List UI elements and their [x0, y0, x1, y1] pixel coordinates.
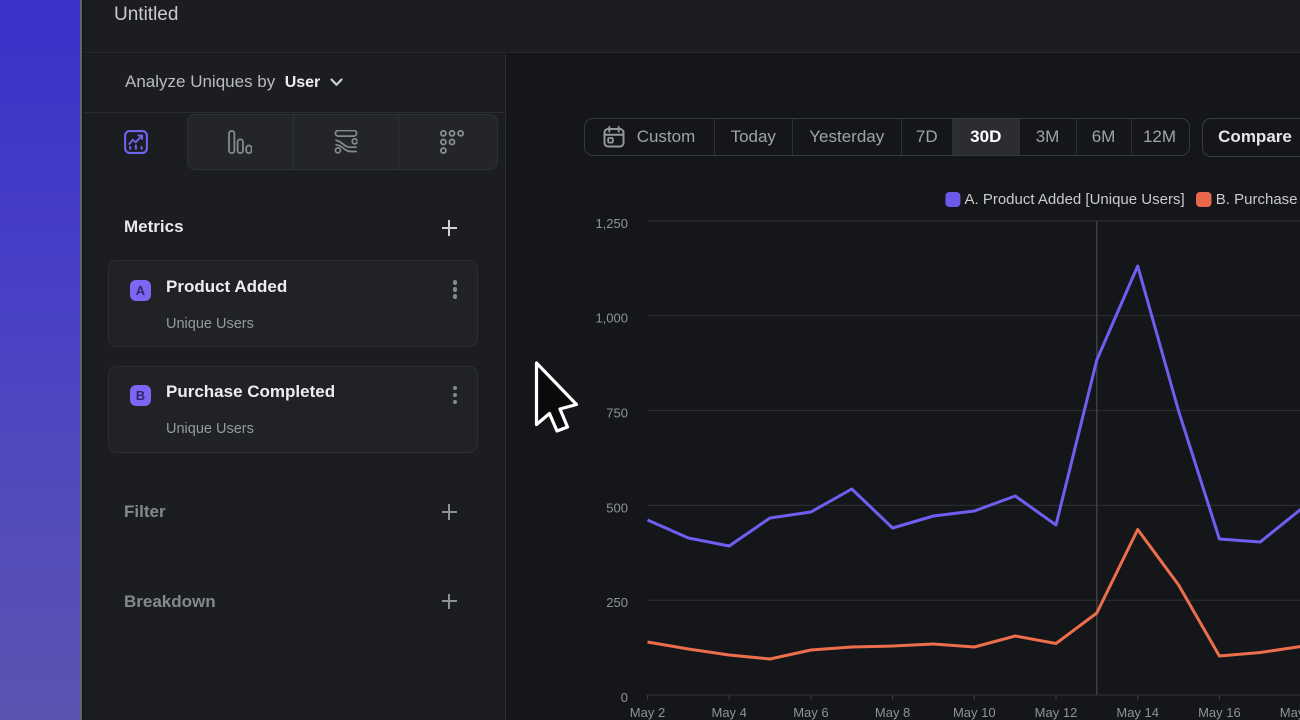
svg-text:1,000: 1,000	[595, 311, 628, 326]
svg-text:May 18: May 18	[1280, 705, 1300, 720]
svg-text:May 12: May 12	[1035, 705, 1078, 720]
svg-text:1,250: 1,250	[595, 216, 628, 231]
svg-text:750: 750	[606, 406, 628, 421]
svg-text:May 16: May 16	[1198, 705, 1241, 720]
svg-text:A. Product Added [Unique Users: A. Product Added [Unique Users]	[965, 191, 1185, 208]
svg-text:500: 500	[606, 500, 628, 515]
svg-text:May 6: May 6	[793, 705, 828, 720]
svg-text:B. Purchase Completed [Uniqu: B. Purchase Completed [Uniqu	[1216, 191, 1300, 208]
svg-text:May 8: May 8	[875, 705, 910, 720]
svg-text:May 4: May 4	[711, 705, 746, 720]
svg-text:May 10: May 10	[953, 705, 996, 720]
svg-text:0: 0	[621, 690, 628, 705]
svg-text:May 2: May 2	[630, 705, 665, 720]
svg-text:250: 250	[606, 595, 628, 610]
svg-text:May 14: May 14	[1116, 705, 1159, 720]
